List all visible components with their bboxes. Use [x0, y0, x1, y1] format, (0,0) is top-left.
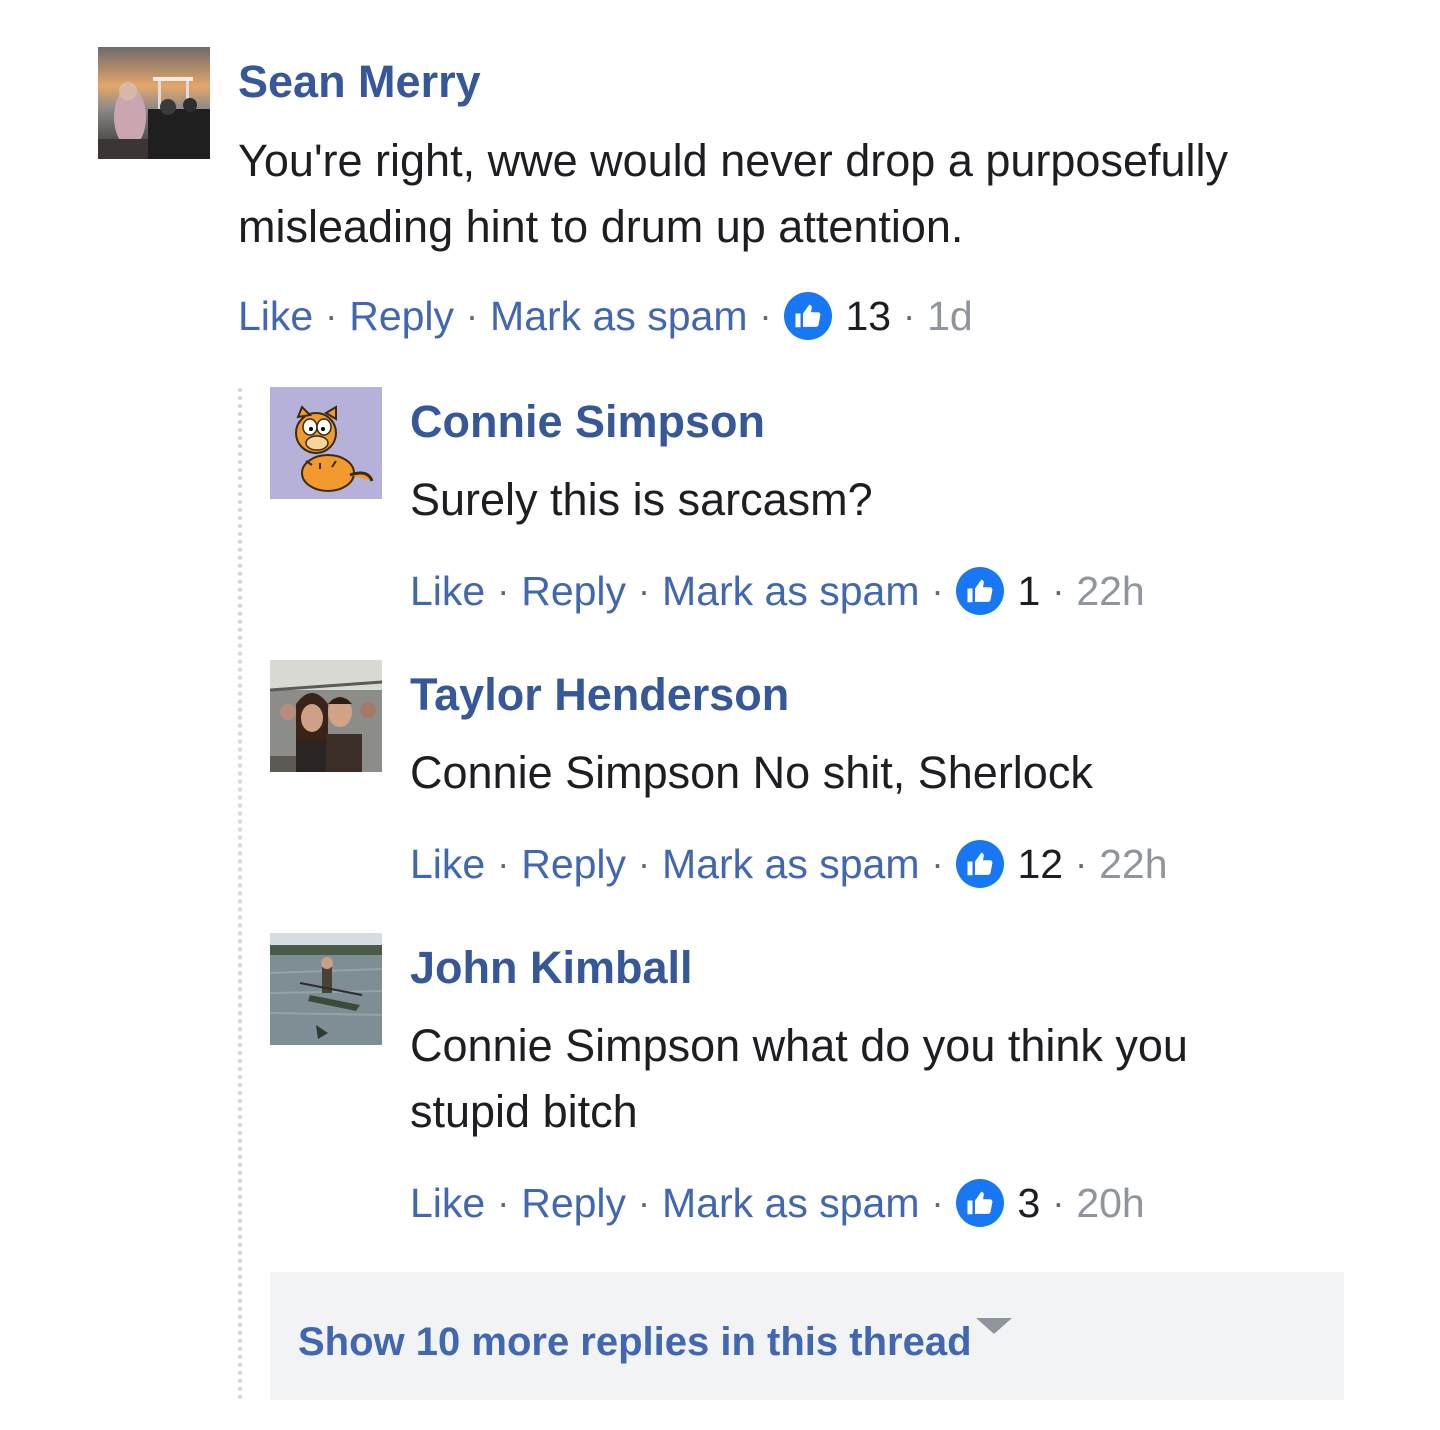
timestamp[interactable]: 22h [1076, 570, 1144, 612]
like-reaction-icon[interactable] [955, 1179, 1004, 1227]
show-more-replies-label[interactable]: Show 10 more replies in this thread [298, 1322, 972, 1362]
show-more-replies-button[interactable]: Show 10 more replies in this thread [270, 1272, 1344, 1400]
reply-link[interactable]: Reply [521, 1182, 626, 1224]
separator-dot: · [638, 1182, 651, 1223]
avatar[interactable] [270, 660, 382, 772]
timestamp[interactable]: 1d [927, 295, 973, 337]
separator-dot: · [497, 1182, 510, 1223]
like-reaction-icon[interactable] [955, 840, 1004, 888]
mark-as-spam-link[interactable]: Mark as spam [662, 843, 919, 885]
comment-actions: Like · Reply · Mark as spam · 3 · 20h [410, 1179, 1145, 1227]
caret-down-icon[interactable] [976, 1318, 1012, 1334]
comment-text: Connie Simpson what do you think you stu… [410, 1020, 1188, 1137]
separator-dot: · [1052, 570, 1065, 611]
like-link[interactable]: Like [238, 295, 313, 337]
separator-dot: · [466, 295, 479, 336]
like-link[interactable]: Like [410, 1182, 485, 1224]
separator-dot: · [931, 843, 944, 884]
like-count[interactable]: 13 [846, 295, 892, 337]
comment-author-name[interactable]: Taylor Henderson [410, 672, 789, 717]
like-count[interactable]: 1 [1018, 570, 1041, 612]
reply-link[interactable]: Reply [349, 295, 454, 337]
separator-dot: · [903, 295, 916, 336]
timestamp[interactable]: 22h [1099, 843, 1167, 885]
separator-dot: · [497, 843, 510, 884]
timestamp[interactable]: 20h [1076, 1182, 1144, 1224]
separator-dot: · [931, 1182, 944, 1223]
separator-dot: · [931, 570, 944, 611]
like-link[interactable]: Like [410, 570, 485, 612]
separator-dot: · [638, 570, 651, 611]
mark-as-spam-link[interactable]: Mark as spam [490, 295, 747, 337]
like-link[interactable]: Like [410, 843, 485, 885]
comment-author-name[interactable]: Connie Simpson [410, 399, 765, 444]
comment-author-name[interactable]: Sean Merry [238, 59, 481, 104]
like-count[interactable]: 3 [1018, 1182, 1041, 1224]
separator-dot: · [638, 843, 651, 884]
reply-link[interactable]: Reply [521, 843, 626, 885]
separator-dot: · [1075, 843, 1088, 884]
separator-dot: · [497, 570, 510, 611]
avatar[interactable] [270, 387, 382, 499]
like-count[interactable]: 12 [1018, 843, 1064, 885]
comment-actions: Like · Reply · Mark as spam · 13 · 1d [238, 292, 973, 340]
separator-dot: · [759, 295, 772, 336]
comment-actions: Like · Reply · Mark as spam · 1 · 22h [410, 567, 1145, 615]
comment-text: Surely this is sarcasm? [410, 474, 873, 525]
thread-connector-line [238, 388, 242, 1400]
reply-link[interactable]: Reply [521, 570, 626, 612]
mark-as-spam-link[interactable]: Mark as spam [662, 1182, 919, 1224]
comment-author-name[interactable]: John Kimball [410, 945, 693, 990]
separator-dot: · [1052, 1182, 1065, 1223]
like-reaction-icon[interactable] [783, 292, 832, 340]
like-reaction-icon[interactable] [955, 567, 1004, 615]
comment-actions: Like · Reply · Mark as spam · 12 · 22h [410, 840, 1168, 888]
avatar[interactable] [270, 933, 382, 1045]
mark-as-spam-link[interactable]: Mark as spam [662, 570, 919, 612]
comment-text: You're right, wwe would never drop a pur… [238, 135, 1228, 252]
separator-dot: · [325, 295, 338, 336]
avatar[interactable] [98, 47, 210, 159]
comment-text: Connie Simpson No shit, Sherlock [410, 747, 1093, 798]
